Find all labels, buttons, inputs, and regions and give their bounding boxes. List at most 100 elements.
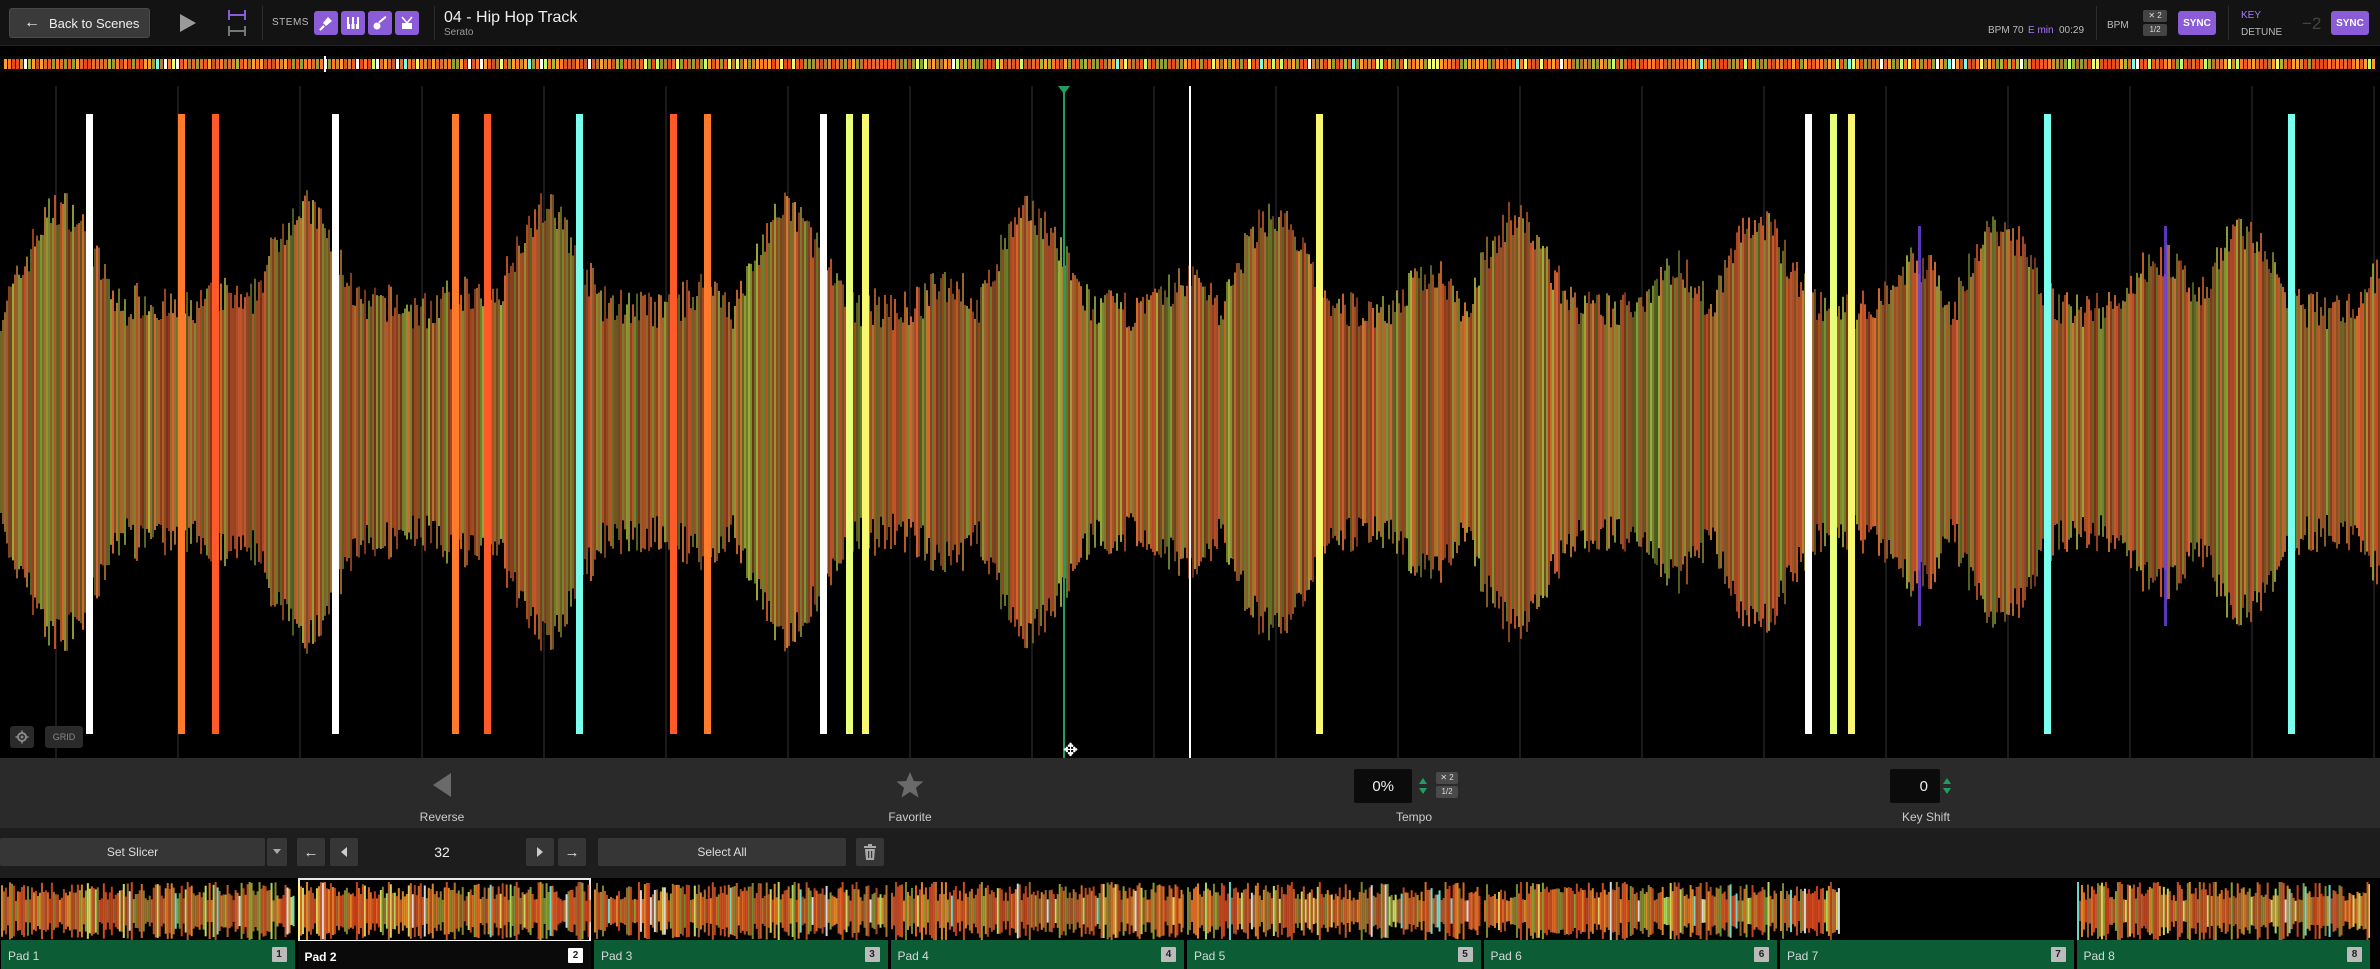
pad-label: Pad 3 [601,949,632,963]
pad-1[interactable]: Pad 11 [1,878,295,969]
select-all-button[interactable]: Select All [598,838,846,866]
triangle-right-icon [537,847,543,857]
transient-mark [1848,114,1855,734]
stem-melody-button[interactable] [341,11,365,35]
pad-label: Pad 6 [1491,949,1522,963]
bpm-multiplier: ✕ 2 1/2 [2143,10,2167,36]
key-shift-label: Key Shift [1902,810,1950,824]
key-shift-stepper-icon[interactable] [1942,776,1952,796]
bpm-label: BPM [2107,20,2129,31]
pad-waveform [891,882,1185,940]
stem-drums-button[interactable] [395,11,419,35]
arrow-right-icon: → [565,844,580,861]
pad-2[interactable]: Pad 22 [298,878,592,969]
stem-vocals-button[interactable] [314,11,338,35]
slicer-dropdown-toggle[interactable] [267,838,287,866]
key-sync-button[interactable]: SYNC [2331,11,2369,35]
star-icon [895,770,925,800]
pad-number-badge: 2 [568,948,583,963]
pad-waveform [1780,882,2074,940]
arrow-left-icon: ← [304,844,319,861]
delete-button[interactable] [856,838,884,866]
transient-mark [86,114,93,734]
pad-waveform [1,882,295,940]
pad-number-badge: 6 [1754,947,1769,962]
waveform-display[interactable]: ✥ [0,86,2380,758]
tempo-value-field[interactable]: 0% [1354,769,1412,803]
pad-number-badge: 8 [2347,947,2362,962]
track-overview[interactable] [0,56,2380,72]
pad-footer: Pad 4 4 [891,940,1185,969]
transient-mark [820,114,827,734]
pad-3[interactable]: Pad 3 3 [594,878,888,969]
gear-icon [15,730,29,744]
divider [262,6,263,40]
trash-icon [863,844,877,860]
slice-count-display[interactable]: 32 [360,838,524,866]
pad-number-badge: 3 [865,947,880,962]
bpm-half-button[interactable]: 1/2 [2143,24,2167,36]
pad-number-badge: 7 [2051,947,2066,962]
track-time: 00:29 [2059,25,2084,36]
pad-label: Pad 7 [1787,949,1818,963]
tempo-double-button[interactable]: ✕ 2 [1436,772,1458,784]
pad-6[interactable]: Pad 6 6 [1484,878,1778,969]
transient-mark [484,114,491,734]
pad-footer: Pad 7 7 [1780,940,2074,969]
track-title: 04 - Hip Hop Track [444,9,577,27]
key-shift-value: 0 [1920,778,1928,795]
transient-mark [452,114,459,734]
pad-label: Pad 4 [898,949,929,963]
piano-icon [345,15,361,31]
pad-number-badge: 4 [1161,947,1176,962]
pad-waveform [1484,882,1778,940]
favorite-label: Favorite [888,810,931,824]
slice-marker-head[interactable] [1058,86,1070,94]
back-to-scenes-button[interactable]: ← Back to Scenes [9,8,150,38]
overview-waveform[interactable] [0,56,2380,72]
pad-8[interactable]: Pad 8 8 [2077,878,2371,969]
first-slice-button[interactable]: ← [297,838,325,866]
pad-4[interactable]: Pad 4 4 [891,878,1185,969]
stem-bass-button[interactable] [368,11,392,35]
pad-footer: Pad 3 3 [594,940,888,969]
loop-range-icon[interactable] [226,8,248,38]
grid-button[interactable]: GRID [45,726,83,748]
previous-slice-button[interactable] [330,838,358,866]
track-key: E min [2028,25,2054,36]
set-slicer-dropdown[interactable]: Set Slicer [0,838,265,866]
last-slice-button[interactable]: → [558,838,586,866]
control-panel: Reverse Favorite 0% ✕ 2 1/2 Tempo 0 Key … [0,758,2380,828]
pad-label: Pad 8 [2084,949,2115,963]
transient-mark [2288,114,2295,734]
main-waveform[interactable]: ✥ [0,86,2380,758]
set-slicer-label: Set Slicer [107,845,158,859]
pad-waveform [298,882,592,940]
next-slice-button[interactable] [526,838,554,866]
triangle-left-icon [341,847,347,857]
guitar-icon [372,15,388,31]
pad-label: Pad 1 [8,949,39,963]
grid-settings-button[interactable] [10,726,34,748]
transient-mark [178,114,185,734]
top-bar: ← Back to Scenes STEMS 04 - Hip Hop Trac… [0,0,2380,46]
bpm-sync-button[interactable]: SYNC [2178,11,2216,35]
drums-icon [399,15,415,31]
tempo-label: Tempo [1396,810,1432,824]
transient-mark [1805,114,1812,734]
stems-label: STEMS [272,17,309,28]
pad-waveform [2077,882,2371,940]
key-shift-value-field[interactable]: 0 [1890,769,1940,803]
pad-7[interactable]: Pad 7 7 [1780,878,2074,969]
tempo-value: 0% [1372,778,1394,795]
play-icon[interactable] [176,12,198,34]
triangle-left-icon [431,772,453,798]
transient-mark [1316,114,1323,734]
pad-waveform [594,882,888,940]
arrow-left-icon: ← [24,15,40,31]
pad-5[interactable]: Pad 55 [1187,878,1481,969]
transient-mark [1830,114,1837,734]
bpm-double-button[interactable]: ✕ 2 [2143,10,2167,22]
tempo-half-button[interactable]: 1/2 [1436,786,1458,798]
tempo-stepper-icon[interactable] [1418,776,1428,796]
